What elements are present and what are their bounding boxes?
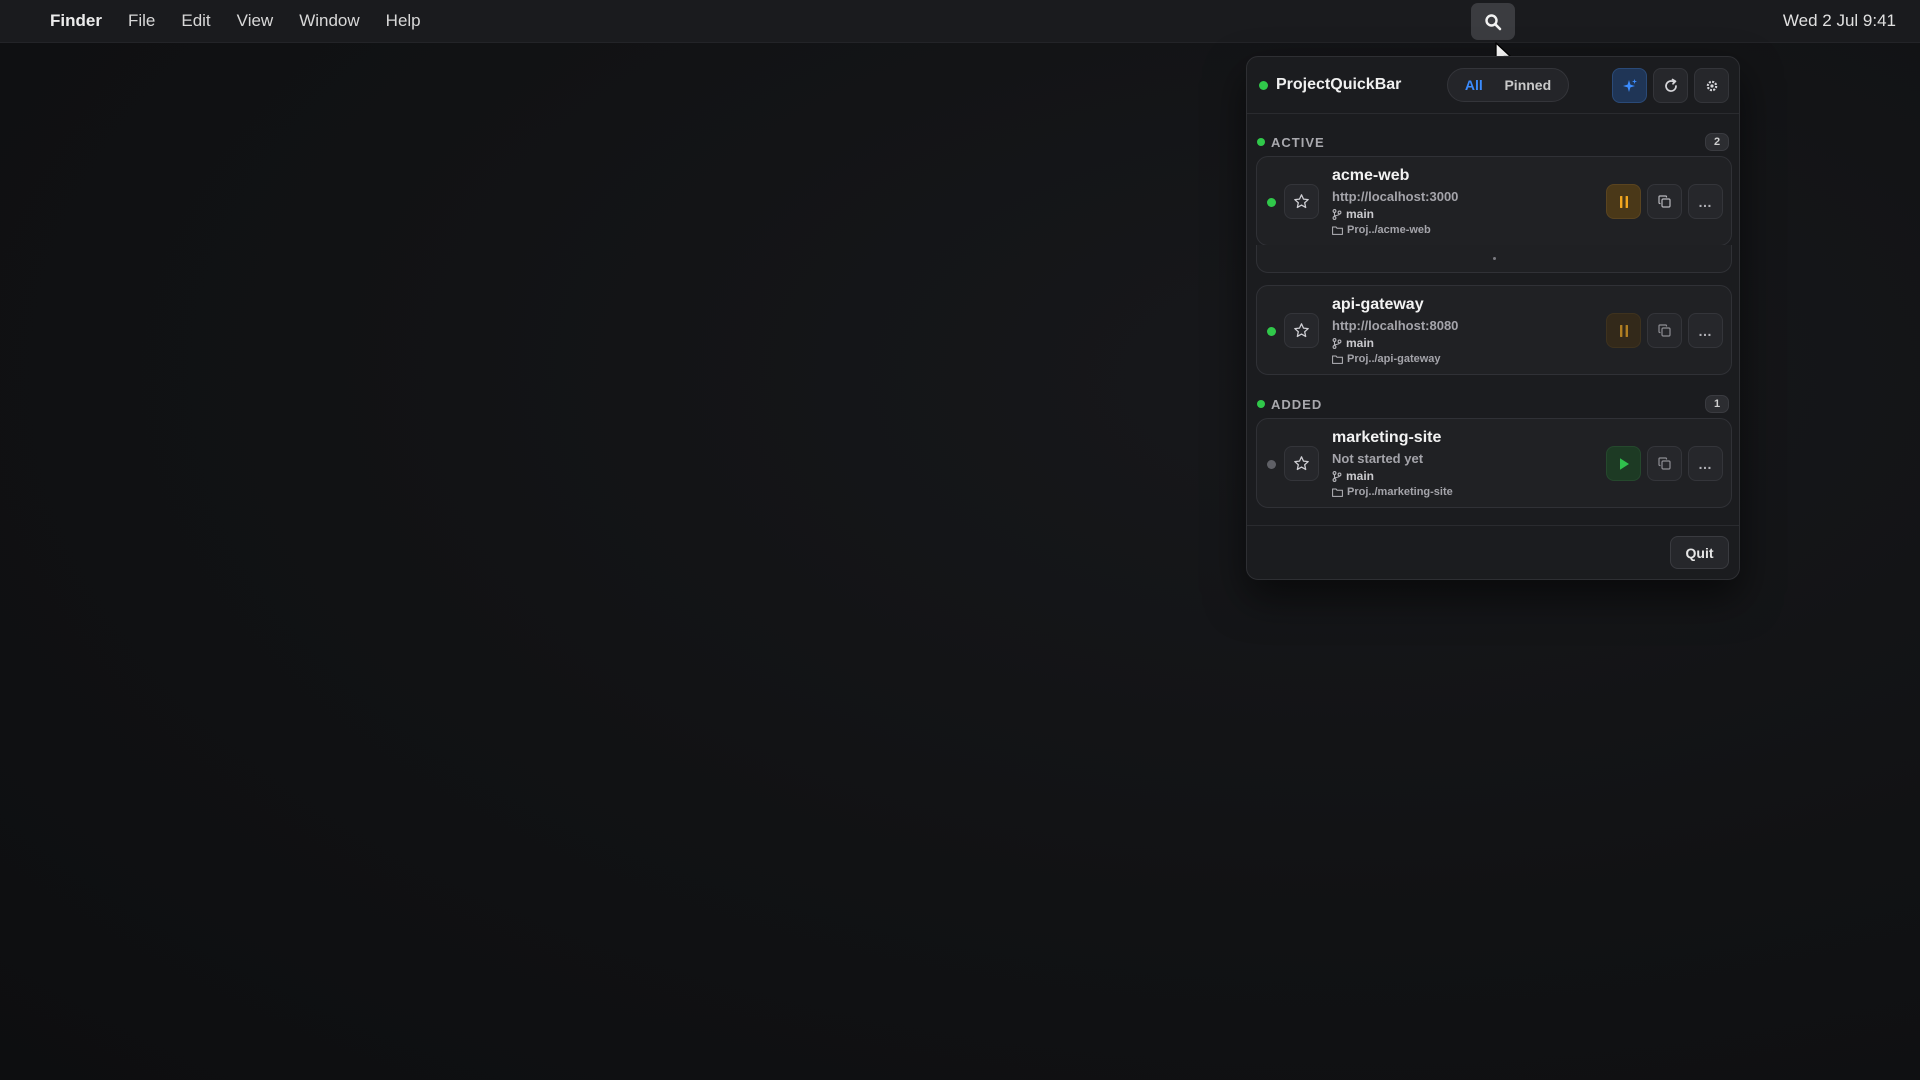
ellipsis-icon: …	[1698, 193, 1713, 210]
ellipsis-icon: …	[1698, 322, 1713, 339]
project-branch-row: main	[1332, 336, 1458, 350]
project-path-row: Proj../api-gateway	[1332, 353, 1458, 365]
menu-file[interactable]: File	[128, 11, 155, 31]
project-url[interactable]: http://localhost:3000	[1332, 189, 1458, 204]
project-card-acme-web[interactable]: acme-web http://localhost:3000 main Proj…	[1256, 156, 1732, 246]
panel-header: ProjectQuickBar All Pinned	[1247, 57, 1739, 114]
git-branch-icon	[1332, 337, 1342, 349]
quickbar-panel: ProjectQuickBar All Pinned ACTIVE 2 acme…	[1246, 56, 1740, 580]
section-added-dot	[1257, 400, 1265, 408]
header-actions	[1612, 68, 1729, 103]
project-branch-row: main	[1332, 469, 1453, 483]
project-status-text: Not started yet	[1332, 451, 1424, 466]
gear-icon	[1706, 80, 1717, 91]
copy-icon	[1658, 324, 1671, 337]
expand-indicator-icon	[1492, 257, 1496, 260]
project-status-dot	[1267, 460, 1276, 469]
pause-button[interactable]	[1606, 313, 1641, 348]
section-added-label: ADDED	[1271, 396, 1323, 412]
project-path: Proj../acme-web	[1347, 224, 1431, 236]
git-branch-icon	[1332, 208, 1342, 220]
card-expand-toggle[interactable]	[1256, 245, 1732, 273]
project-path-row: Proj../acme-web	[1332, 224, 1458, 236]
project-info: marketing-site Not started yet main Proj…	[1332, 429, 1453, 501]
ai-assist-button[interactable]	[1612, 68, 1647, 103]
project-branch: main	[1346, 336, 1375, 350]
star-icon	[1294, 194, 1309, 209]
pause-button[interactable]	[1606, 184, 1641, 219]
project-status-dot	[1267, 327, 1276, 336]
project-path-row: Proj../marketing-site	[1332, 486, 1453, 498]
project-info: acme-web http://localhost:3000 main Proj…	[1332, 167, 1458, 239]
menu-help[interactable]: Help	[386, 11, 421, 31]
menubar-clock[interactable]: Wed 2 Jul 9:41	[1783, 11, 1896, 31]
more-options-button[interactable]: …	[1688, 184, 1723, 219]
project-card-api-gateway[interactable]: api-gateway http://localhost:8080 main P…	[1256, 285, 1732, 375]
menu-edit[interactable]: Edit	[181, 11, 210, 31]
project-name: acme-web	[1332, 167, 1410, 184]
filter-all-tab[interactable]: All	[1465, 77, 1483, 93]
ellipsis-icon: …	[1698, 455, 1713, 472]
copy-icon	[1658, 457, 1671, 470]
project-name: api-gateway	[1332, 296, 1424, 313]
refresh-icon	[1664, 78, 1677, 92]
project-status-dot	[1267, 198, 1276, 207]
pause-icon	[1619, 195, 1628, 208]
more-options-button[interactable]: …	[1688, 313, 1723, 348]
pin-star-button[interactable]	[1284, 313, 1319, 348]
project-info: api-gateway http://localhost:8080 main P…	[1332, 296, 1458, 368]
section-added-header: ADDED 1	[1257, 395, 1729, 413]
search-icon	[1485, 13, 1502, 30]
settings-button[interactable]	[1694, 68, 1729, 103]
copy-icon	[1658, 195, 1671, 208]
menu-window[interactable]: Window	[299, 11, 359, 31]
menu-bar-items: Finder File Edit View Window Help	[50, 11, 421, 31]
play-icon	[1619, 457, 1629, 470]
project-path: Proj../marketing-site	[1347, 486, 1453, 498]
pin-star-button[interactable]	[1284, 446, 1319, 481]
project-actions: …	[1606, 313, 1723, 348]
star-icon	[1294, 323, 1309, 338]
filter-segmented-control: All Pinned	[1447, 68, 1569, 102]
section-active-count: 2	[1705, 133, 1729, 151]
section-active-header: ACTIVE 2	[1257, 133, 1729, 151]
pause-icon	[1619, 324, 1628, 337]
project-name: marketing-site	[1332, 429, 1442, 446]
refresh-button[interactable]	[1653, 68, 1688, 103]
sparkle-icon	[1622, 78, 1637, 92]
more-options-button[interactable]: …	[1688, 446, 1723, 481]
copy-url-button[interactable]	[1647, 446, 1682, 481]
project-branch: main	[1346, 207, 1375, 221]
star-icon	[1294, 456, 1309, 471]
panel-footer: Quit	[1247, 525, 1739, 580]
copy-url-button[interactable]	[1647, 313, 1682, 348]
git-branch-icon	[1332, 470, 1342, 482]
menubar-quickbar-button[interactable]	[1471, 3, 1515, 40]
start-button[interactable]	[1606, 446, 1641, 481]
menu-app-finder[interactable]: Finder	[50, 11, 102, 31]
panel-title: ProjectQuickBar	[1276, 76, 1402, 93]
copy-url-button[interactable]	[1647, 184, 1682, 219]
menu-bar: Finder File Edit View Window Help Wed 2 …	[0, 0, 1920, 43]
app-status-dot	[1259, 80, 1268, 90]
filter-pinned-tab[interactable]: Pinned	[1504, 77, 1551, 93]
quit-button[interactable]: Quit	[1670, 536, 1729, 569]
project-url[interactable]: http://localhost:8080	[1332, 318, 1458, 333]
project-actions: …	[1606, 184, 1723, 219]
project-branch: main	[1346, 469, 1375, 483]
project-path: Proj../api-gateway	[1347, 353, 1441, 365]
menu-view[interactable]: View	[237, 11, 274, 31]
folder-icon	[1332, 355, 1343, 364]
folder-icon	[1332, 488, 1343, 497]
project-branch-row: main	[1332, 207, 1458, 221]
project-actions: …	[1606, 446, 1723, 481]
folder-icon	[1332, 226, 1343, 235]
section-added-count: 1	[1705, 395, 1729, 413]
section-active-label: ACTIVE	[1271, 134, 1325, 150]
project-card-marketing-site[interactable]: marketing-site Not started yet main Proj…	[1256, 418, 1732, 508]
pin-star-button[interactable]	[1284, 184, 1319, 219]
section-active-dot	[1257, 138, 1265, 146]
